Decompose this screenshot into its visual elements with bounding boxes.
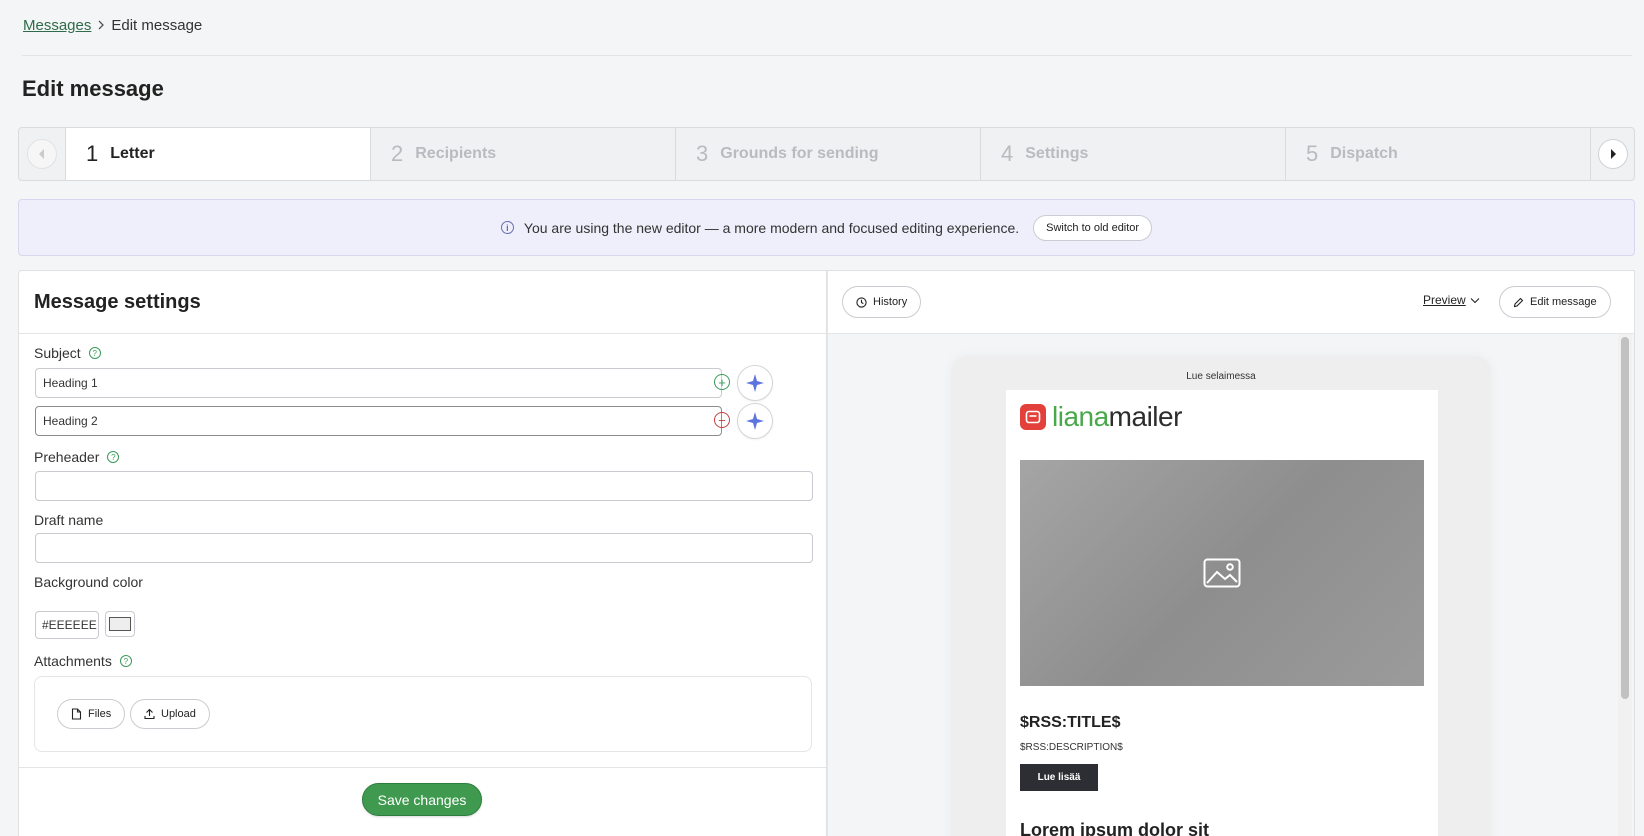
preview-scrollbar[interactable] [1618,334,1632,836]
preheader-input[interactable] [35,471,813,501]
preview-panel: History Preview Edit message Lue selaime… [827,270,1635,836]
switch-to-old-editor-button[interactable]: Switch to old editor [1033,214,1153,241]
step-prev-nav [19,128,65,180]
background-color-label: Background color [34,574,143,590]
settings-title: Message settings [34,290,201,313]
subject-input-2[interactable] [35,406,722,436]
divider [22,55,1632,56]
subject-input-1[interactable] [35,368,722,398]
step-number: 4 [1001,141,1014,166]
step-settings[interactable]: 4 Settings [980,128,1285,180]
color-swatch [109,617,131,631]
email-preview-canvas: Lue selaimessa lianamailer $RSS:TITLE$ $… [951,356,1491,836]
pencil-icon [1513,297,1524,307]
preview-dropdown[interactable]: Preview [1423,293,1480,307]
draft-name-label-text: Draft name [34,512,104,528]
sparkle-icon [746,374,764,392]
background-color-label-text: Background color [34,574,143,590]
notice-text: You are using the new editor — a more mo… [523,219,1020,236]
edit-message-button[interactable]: Edit message [1499,286,1611,318]
chevron-down-icon [1470,297,1480,303]
step-number: 5 [1306,141,1319,166]
editor-notice: i You are using the new editor — a more … [18,199,1635,256]
step-label: Letter [110,145,155,162]
chevron-right-icon [1610,149,1616,159]
preheader-label-text: Preheader [34,449,100,465]
step-grounds-for-sending[interactable]: 3 Grounds for sending [675,128,980,180]
attachments-box: Files Upload [34,676,812,752]
help-icon[interactable]: ? [119,655,132,667]
step-next-nav [1590,128,1634,180]
step-number: 3 [696,141,709,166]
ai-sparkle-button[interactable] [737,403,773,439]
add-circle-icon[interactable]: + [714,374,730,390]
preview-dropdown-label: Preview [1423,293,1466,307]
info-icon: i [500,221,514,234]
save-changes-button[interactable]: Save changes [362,783,482,816]
step-label: Dispatch [1330,145,1398,162]
subject-label: Subject ? [34,345,101,361]
step-label: Settings [1025,145,1089,162]
message-settings-panel: Message settings Subject ? + − Preheader… [18,270,827,836]
step-wizard: 1 Letter 2 Recipients 3 Grounds for send… [18,127,1635,181]
edit-message-button-label: Edit message [1530,296,1597,308]
files-button-label: Files [88,708,112,720]
file-icon [71,708,82,720]
upload-button-label: Upload [161,708,196,720]
step-dispatch[interactable]: 5 Dispatch [1285,128,1590,180]
mail-logo-icon [1020,404,1046,430]
scrollbar-thumb[interactable] [1621,337,1629,699]
upload-button[interactable]: Upload [130,699,210,729]
email-body: lianamailer $RSS:TITLE$ $RSS:DESCRIPTION… [1006,390,1438,836]
attachments-label: Attachments ? [34,653,132,669]
breadcrumb: Messages Edit message [23,17,202,34]
help-icon[interactable]: ? [107,451,120,463]
clock-icon [856,296,867,308]
step-number: 1 [86,141,99,166]
draft-name-label: Draft name [34,512,103,528]
help-icon[interactable]: ? [88,347,101,359]
breadcrumb-link-messages[interactable]: Messages [23,17,91,34]
rss-description: $RSS:DESCRIPTION$ [1020,742,1123,753]
history-button-label: History [873,296,908,308]
preview-header: History Preview Edit message [828,271,1634,334]
history-button[interactable]: History [842,286,922,318]
sparkle-icon [746,412,764,430]
settings-header: Message settings [19,271,826,334]
step-number: 2 [391,141,404,166]
ai-sparkle-button[interactable] [737,365,773,401]
chevron-left-icon [39,149,44,159]
breadcrumb-current: Edit message [111,17,203,34]
step-letter[interactable]: 1 Letter [65,128,370,180]
step-prev-button[interactable] [27,139,57,169]
rss-title: $RSS:TITLE$ [1020,714,1121,731]
read-more-button[interactable]: Lue lisää [1020,764,1098,791]
lianamailer-logo: lianamailer [1020,403,1182,431]
chevron-right-icon [97,18,105,33]
background-color-input[interactable] [35,611,99,639]
attachments-label-text: Attachments [34,653,112,669]
subject-label-text: Subject [34,345,81,361]
page-title: Edit message [22,76,164,101]
step-label: Grounds for sending [720,145,879,162]
view-in-browser-link[interactable]: Lue selaimessa [951,371,1491,382]
files-button[interactable]: Files [57,699,126,729]
step-label: Recipients [415,145,497,162]
remove-circle-icon[interactable]: − [714,412,730,428]
color-picker-button[interactable] [105,611,135,637]
image-icon [1203,558,1241,588]
lorem-heading: Lorem ipsum dolor sit [1020,820,1210,836]
draft-name-input[interactable] [35,533,813,563]
step-next-button[interactable] [1597,139,1628,169]
divider [19,767,826,768]
preheader-label: Preheader ? [34,449,120,465]
logo-wordmark: lianamailer [1052,401,1182,432]
hero-image-placeholder [1020,460,1424,686]
step-recipients[interactable]: 2 Recipients [370,128,675,180]
upload-icon [144,708,155,720]
